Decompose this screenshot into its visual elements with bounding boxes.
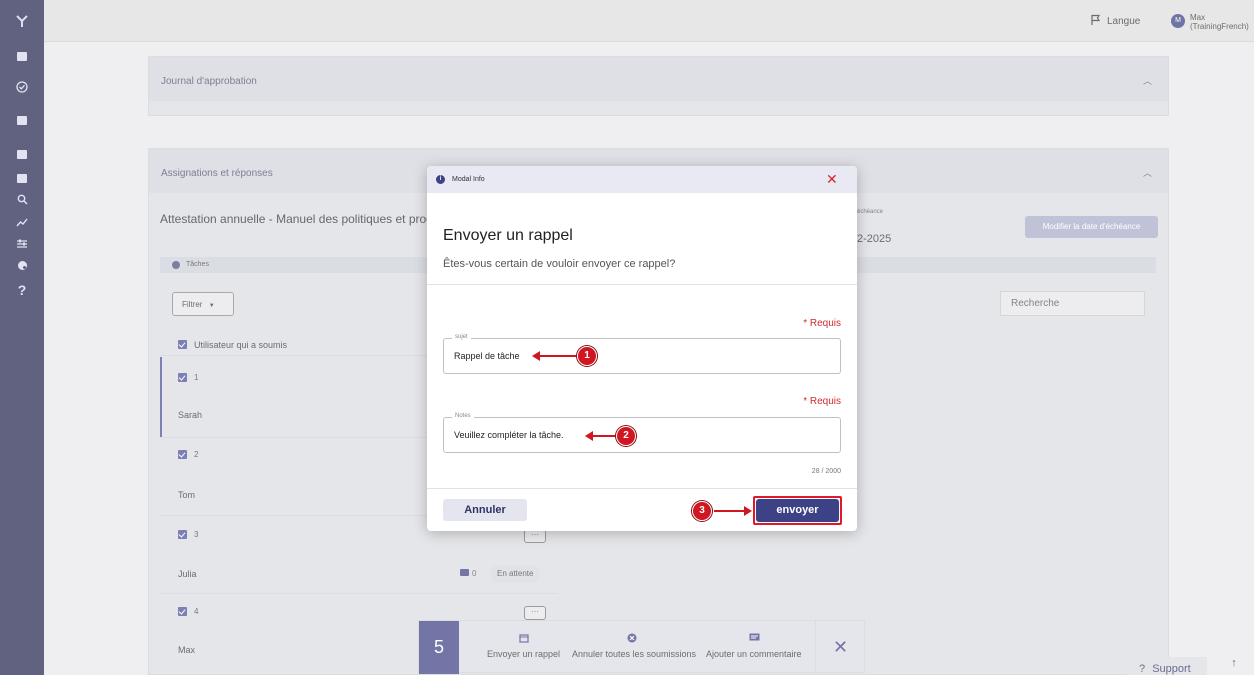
annotation-badge: 3 xyxy=(692,501,712,521)
modal-title: Envoyer un rappel xyxy=(443,227,573,244)
annotation-arrow xyxy=(532,351,577,361)
send-reminder-modal: i Modal Info ✕ Envoyer un rappel Êtes-vo… xyxy=(427,166,857,531)
annotation-badge: 2 xyxy=(616,426,636,446)
subject-field[interactable]: sujet Rappel de tâche xyxy=(443,334,841,374)
subject-label: sujet xyxy=(452,334,471,340)
character-counter: 28 / 2000 xyxy=(811,468,841,475)
annotation-arrow xyxy=(585,431,616,441)
info-icon: i xyxy=(436,175,445,184)
close-icon[interactable]: ✕ xyxy=(826,171,838,187)
required-label: * Requis xyxy=(803,396,841,407)
divider xyxy=(427,488,857,489)
modal-header-title: Modal Info xyxy=(452,176,485,183)
cancel-button[interactable]: Annuler xyxy=(443,499,527,521)
modal-header: i Modal Info ✕ xyxy=(427,166,857,193)
modal-subtitle: Êtes-vous certain de vouloir envoyer ce … xyxy=(443,258,676,270)
notes-value: Veuillez compléter la tâche. xyxy=(454,430,564,440)
notes-label: Notes xyxy=(452,413,474,419)
send-button[interactable]: envoyer xyxy=(756,499,839,522)
notes-field[interactable]: Notes Veuillez compléter la tâche. xyxy=(443,413,841,453)
divider xyxy=(427,284,857,285)
required-label: * Requis xyxy=(803,318,841,329)
annotation-badge: 1 xyxy=(577,346,597,366)
subject-value: Rappel de tâche xyxy=(454,351,520,361)
annotation-arrow xyxy=(714,506,752,516)
